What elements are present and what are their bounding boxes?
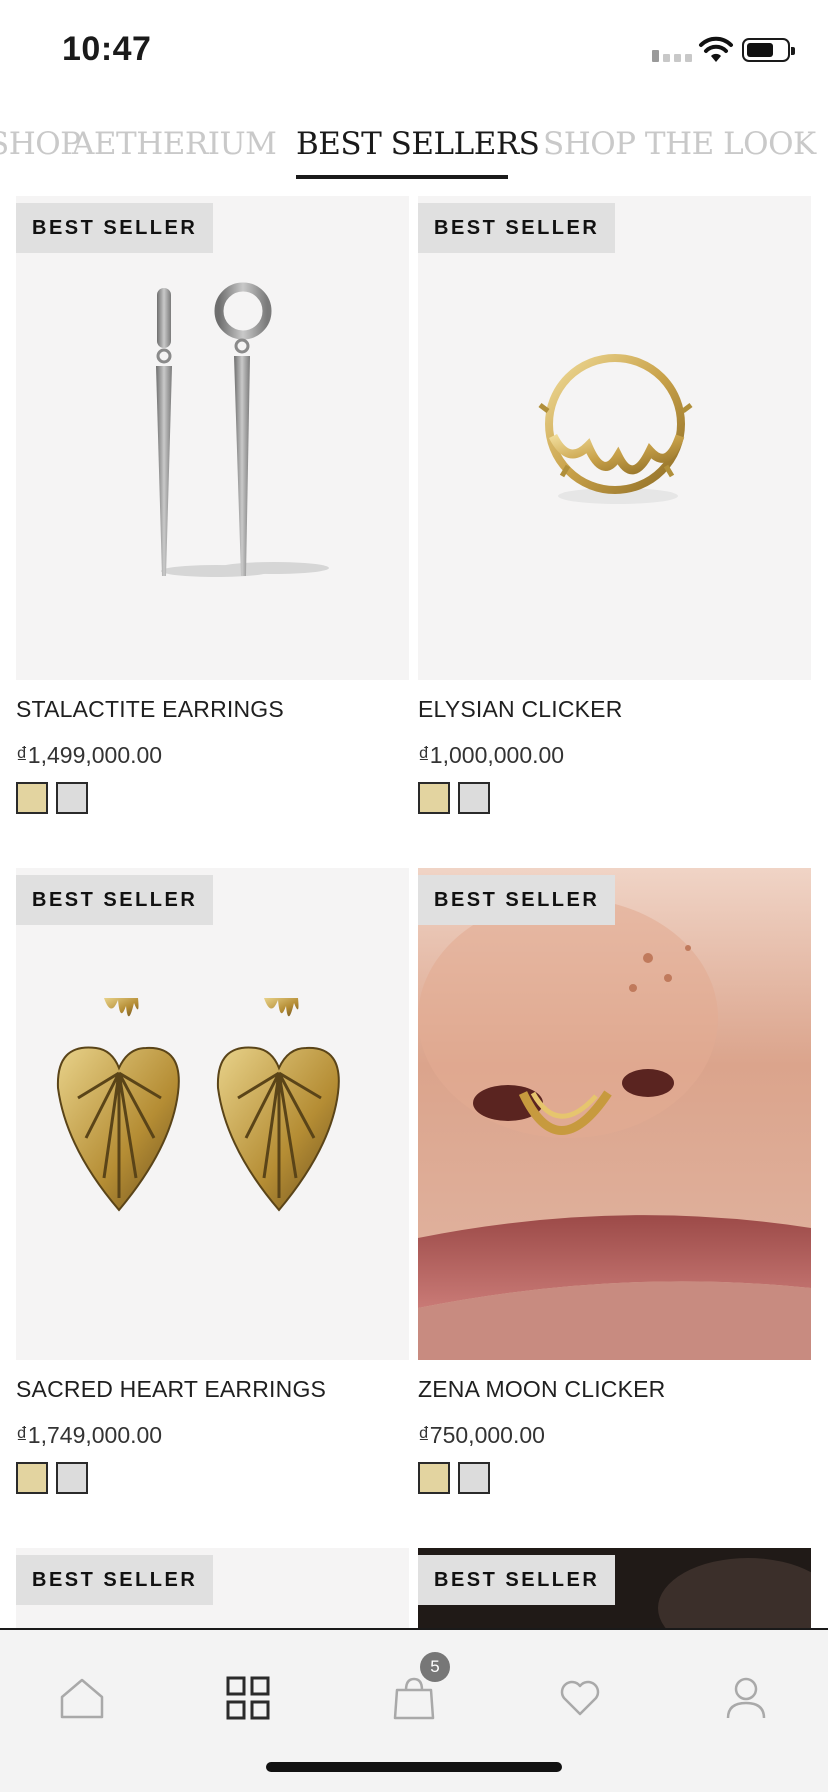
- product-price: ₫1,749,000.00: [16, 1422, 163, 1448]
- color-swatches: [16, 1462, 88, 1494]
- home-icon: [60, 1678, 104, 1719]
- bag-icon: [393, 1677, 435, 1720]
- best-seller-badge: BEST SELLER: [418, 203, 616, 253]
- grid-icon: [226, 1676, 270, 1720]
- zena-moon-clicker-image: [418, 868, 811, 1360]
- nav-home[interactable]: [52, 1668, 112, 1728]
- silver-swatch[interactable]: [56, 782, 88, 814]
- product-name[interactable]: SACRED HEART EARRINGS: [16, 1376, 326, 1403]
- product-card[interactable]: BEST SELLER STALACTITE EARRINGS ₫1,499,0…: [16, 196, 409, 814]
- product-card[interactable]: BEST SELLER ELYSIAN CLICKER ₫1,000,000.0…: [418, 196, 811, 814]
- silver-swatch[interactable]: [56, 1462, 88, 1494]
- gold-swatch[interactable]: [16, 782, 48, 814]
- best-seller-badge: BEST SELLER: [418, 875, 616, 925]
- nav-shop[interactable]: [218, 1668, 278, 1728]
- category-tabs: SHOP AETHERIUM BEST SELLERS SHOP THE LOO…: [0, 118, 828, 180]
- home-indicator: [266, 1762, 562, 1772]
- gold-swatch[interactable]: [418, 1462, 450, 1494]
- best-seller-badge: BEST SELLER: [16, 875, 214, 925]
- product-name[interactable]: STALACTITE EARRINGS: [16, 696, 284, 723]
- silver-swatch[interactable]: [458, 782, 490, 814]
- elysian-clicker-image: [538, 354, 693, 504]
- tab-best-sellers[interactable]: BEST SELLERS: [296, 126, 540, 162]
- tab-shop-the-look[interactable]: SHOP THE LOOK: [543, 126, 816, 162]
- product-image[interactable]: BEST SELLER: [16, 196, 409, 680]
- nav-account[interactable]: [716, 1668, 776, 1728]
- best-seller-badge: BEST SELLER: [418, 1555, 616, 1605]
- status-time: 10:47: [62, 30, 152, 68]
- best-seller-badge: BEST SELLER: [16, 1555, 214, 1605]
- product-image[interactable]: BEST SELLER: [418, 868, 811, 1360]
- color-swatches: [418, 782, 490, 814]
- silver-swatch[interactable]: [458, 1462, 490, 1494]
- color-swatches: [418, 1462, 490, 1494]
- product-image[interactable]: BEST SELLER: [16, 1548, 409, 1632]
- active-tab-indicator: [296, 175, 508, 179]
- product-image[interactable]: BEST SELLER: [418, 196, 811, 680]
- gold-swatch[interactable]: [418, 782, 450, 814]
- product-name[interactable]: ZENA MOON CLICKER: [418, 1376, 666, 1403]
- product-image[interactable]: BEST SELLER: [16, 868, 409, 1360]
- product-price: ₫1,499,000.00: [16, 742, 163, 768]
- product-image[interactable]: BEST SELLER: [418, 1548, 811, 1632]
- product-card[interactable]: BEST SELLER: [418, 1548, 811, 1632]
- tab-shop[interactable]: SHOP: [0, 126, 81, 162]
- product-name[interactable]: ELYSIAN CLICKER: [418, 696, 623, 723]
- product-card[interactable]: BEST SELLER: [16, 1548, 409, 1632]
- tab-aetherium[interactable]: AETHERIUM: [72, 126, 277, 162]
- best-seller-badge: BEST SELLER: [16, 203, 214, 253]
- product-card[interactable]: BEST SELLER ZENA MOON CLICKER ₫750,000.0…: [418, 868, 811, 1494]
- product-price: ₫750,000.00: [418, 1422, 545, 1448]
- color-swatches: [16, 782, 88, 814]
- status-bar: 10:47: [0, 0, 828, 100]
- product-price: ₫1,000,000.00: [418, 742, 565, 768]
- sacred-heart-earrings-image: [56, 998, 340, 1212]
- wifi-icon: [699, 36, 733, 62]
- cart-count-badge: 5: [420, 1652, 450, 1682]
- gold-swatch[interactable]: [16, 1462, 48, 1494]
- cellular-signal-icon: [652, 50, 692, 62]
- stalactite-earrings-image: [156, 282, 329, 577]
- nav-wishlist[interactable]: [550, 1668, 610, 1728]
- battery-icon: [742, 38, 795, 62]
- user-icon: [726, 1677, 766, 1719]
- heart-icon: [560, 1680, 600, 1716]
- product-card[interactable]: BEST SELLER SACRED HEART EARRINGS ₫1,749…: [16, 868, 409, 1494]
